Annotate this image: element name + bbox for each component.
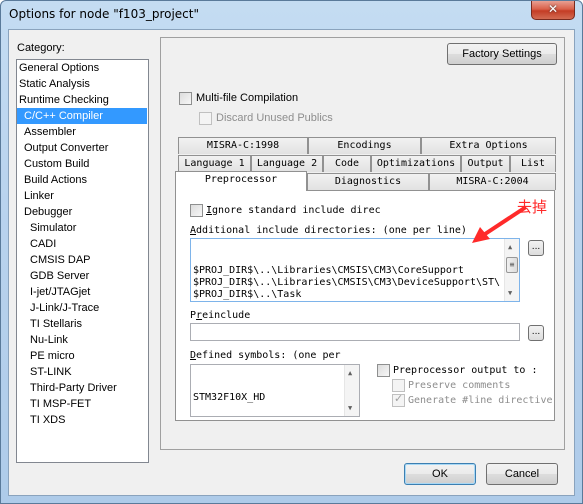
- category-item-static-analysis[interactable]: Static Analysis: [17, 76, 148, 92]
- scroll-down-arrow-icon[interactable]: ▼: [508, 287, 512, 299]
- category-item-runtime-checking[interactable]: Runtime Checking: [17, 92, 148, 108]
- discard-unused-publics-label: Discard Unused Publics: [216, 112, 333, 124]
- category-item-st-link[interactable]: ST-LINK: [17, 364, 148, 380]
- category-item-i-jet-jtagjet[interactable]: I-jet/JTAGjet: [17, 284, 148, 300]
- category-item-cmsis-dap[interactable]: CMSIS DAP: [17, 252, 148, 268]
- multi-file-compilation-checkbox[interactable]: [179, 92, 192, 105]
- generate-line-directive-checkbox[interactable]: ✓: [392, 392, 405, 407]
- scroll-up-arrow-icon[interactable]: ▲: [348, 367, 352, 379]
- category-item-ti-stellaris[interactable]: TI Stellaris: [17, 316, 148, 332]
- tab-misra-c-2004[interactable]: MISRA-C:2004: [429, 173, 556, 190]
- category-item-nu-link[interactable]: Nu-Link: [17, 332, 148, 348]
- defined-symbols-scrollbar[interactable]: ▲ ▼: [344, 365, 359, 416]
- tab-optimizations[interactable]: Optimizations: [371, 155, 461, 172]
- category-item-cadi[interactable]: CADI: [17, 236, 148, 252]
- preinclude-input[interactable]: [190, 323, 520, 341]
- category-list[interactable]: General Options Static Analysis Runtime Ch…: [16, 59, 149, 463]
- close-icon: ✕: [547, 2, 559, 16]
- ignore-standard-include-checkbox[interactable]: [190, 204, 203, 217]
- category-item-pe-micro[interactable]: PE micro: [17, 348, 148, 364]
- include-directory-line: $PROJ_DIR$\..\Task: [193, 289, 302, 300]
- factory-settings-button[interactable]: Factory Settings: [447, 43, 557, 65]
- tab-list[interactable]: List: [510, 155, 556, 172]
- window-title: Options for node "f103_project": [9, 7, 200, 21]
- category-item-build-actions[interactable]: Build Actions: [17, 172, 148, 188]
- category-item-ti-xds[interactable]: TI XDS: [17, 412, 148, 428]
- category-item-custom-build[interactable]: Custom Build: [17, 156, 148, 172]
- category-item-linker[interactable]: Linker: [17, 188, 148, 204]
- include-directories-browse-button[interactable]: ...: [528, 240, 544, 256]
- close-button[interactable]: ✕: [531, 1, 575, 20]
- category-item-ti-msp-fet[interactable]: TI MSP-FET: [17, 396, 148, 412]
- discard-unused-publics-checkbox[interactable]: [199, 112, 212, 125]
- defined-symbols-textarea[interactable]: STM32F10X_HD ▲ ▼: [190, 364, 360, 417]
- multi-file-compilation-label: Multi-file Compilation: [196, 92, 299, 104]
- category-item-assembler[interactable]: Assembler: [17, 124, 148, 140]
- tab-preprocessor[interactable]: Preprocessor: [175, 171, 307, 191]
- tab-diagnostics[interactable]: Diagnostics: [307, 173, 429, 190]
- preprocessor-output-checkbox[interactable]: [377, 364, 390, 377]
- defined-symbols-lines: STM32F10X_HD: [193, 392, 357, 404]
- category-item-j-link-j-trace[interactable]: J-Link/J-Trace: [17, 300, 148, 316]
- category-label: Category:: [17, 42, 65, 54]
- tab-encodings[interactable]: Encodings: [308, 137, 421, 154]
- tab-output[interactable]: Output: [461, 155, 510, 172]
- category-item-output-converter[interactable]: Output Converter: [17, 140, 148, 156]
- defined-symbol-line: STM32F10X_HD: [193, 392, 266, 403]
- preinclude-browse-button[interactable]: ...: [528, 325, 544, 341]
- tab-extra-options[interactable]: Extra Options: [421, 137, 556, 154]
- include-directories-lines: $PROJ_DIR$\..\Libraries\CMSIS\CM3\CoreSu…: [193, 265, 517, 302]
- category-item-gdb-server[interactable]: GDB Server: [17, 268, 148, 284]
- include-directory-line: $PROJ_DIR$\..\Libraries\CMSIS\CM3\CoreSu…: [193, 265, 464, 276]
- scroll-down-arrow-icon[interactable]: ▼: [348, 402, 352, 414]
- include-directory-line: $PROJ_DIR$\..\Driver: [193, 301, 503, 302]
- include-directory-line: $PROJ_DIR$\..\Libraries\CMSIS\CM3\Device…: [193, 277, 501, 288]
- tab-misra-c-1998[interactable]: MISRA-C:1998: [178, 137, 308, 154]
- category-item-debugger[interactable]: Debugger: [17, 204, 148, 220]
- category-item-third-party-driver[interactable]: Third-Party Driver: [17, 380, 148, 396]
- category-item-simulator[interactable]: Simulator: [17, 220, 148, 236]
- preserve-comments-checkbox[interactable]: [392, 379, 405, 392]
- category-item-c-c-compiler[interactable]: C/C++ Compiler: [17, 108, 147, 124]
- annotation-arrow-icon: [472, 205, 528, 243]
- ok-button[interactable]: OK: [404, 463, 476, 485]
- tab-code[interactable]: Code: [323, 155, 371, 172]
- checkmark-icon: ✓: [394, 392, 404, 405]
- category-item-general-options[interactable]: General Options: [17, 60, 148, 76]
- tab-language-1[interactable]: Language 1: [178, 155, 251, 172]
- scroll-thumb[interactable]: ≡: [506, 257, 518, 273]
- cancel-button[interactable]: Cancel: [486, 463, 558, 485]
- tab-language-2[interactable]: Language 2: [251, 155, 323, 172]
